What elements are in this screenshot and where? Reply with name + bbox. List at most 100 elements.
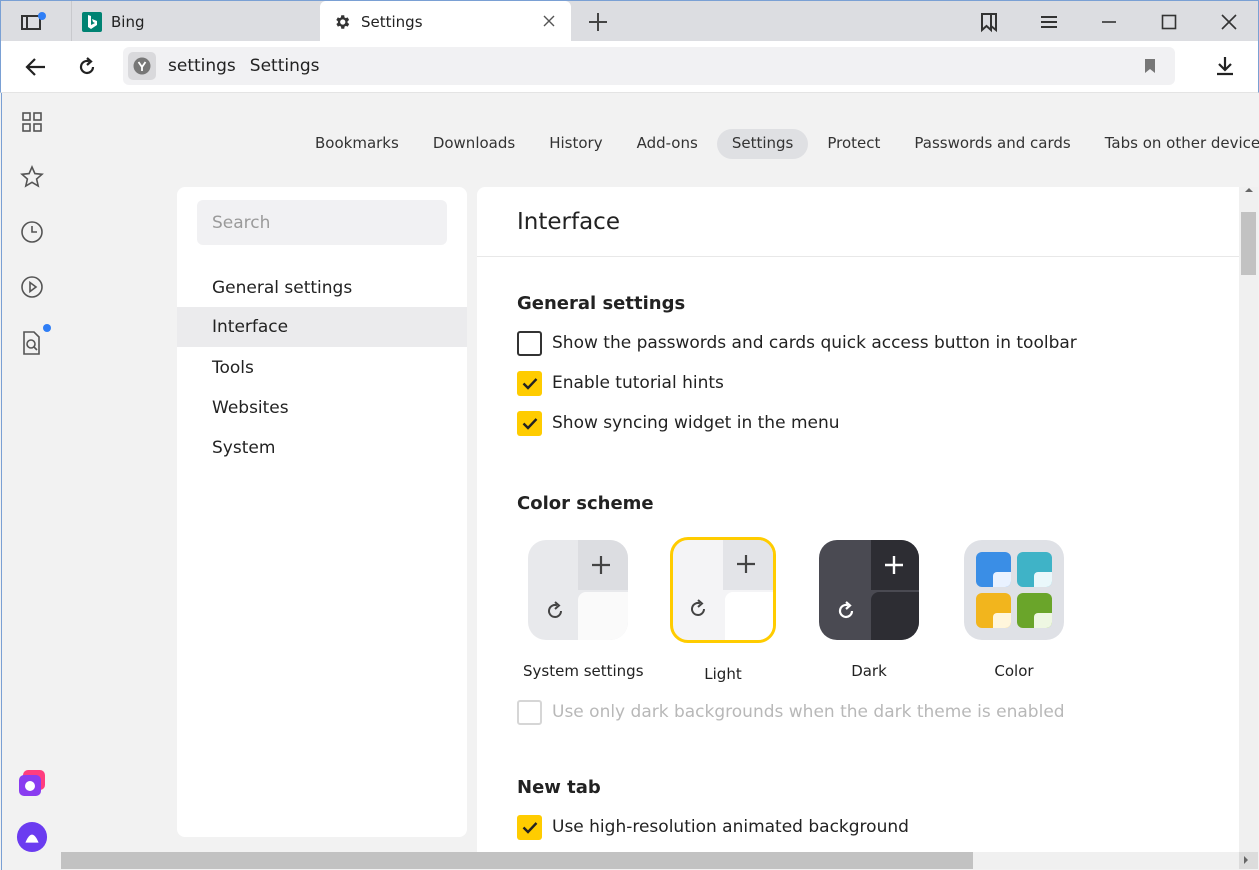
option-passwords-button[interactable]: Show the passwords and cards quick acces… (517, 330, 1077, 356)
notification-dot (43, 324, 51, 332)
checkbox-disabled[interactable] (517, 699, 542, 725)
option-dark-backgrounds[interactable]: Use only dark backgrounds when the dark … (517, 699, 1065, 725)
scheme-color[interactable]: Color (959, 540, 1069, 680)
vertical-scrollbar[interactable] (1239, 187, 1258, 852)
alice-assistant-button[interactable] (16, 821, 48, 853)
close-tab-icon[interactable] (541, 13, 557, 29)
menu-item-system[interactable]: System (177, 428, 467, 468)
option-label: Enable tutorial hints (552, 373, 724, 393)
tab-strip: Bing Settings (0, 0, 1259, 42)
settings-search-input[interactable] (197, 200, 447, 245)
checkmark-icon (522, 821, 537, 834)
bookmark-icon[interactable] (1141, 57, 1159, 75)
tab-bing[interactable]: Bing (71, 1, 320, 42)
tab-panel-icon (21, 12, 46, 30)
sidebar-messenger-button[interactable] (16, 767, 48, 799)
close-window-button[interactable] (1209, 6, 1249, 38)
checkmark-icon (522, 377, 537, 390)
nav-tabs-on-other-devices[interactable]: Tabs on other devices (1090, 129, 1259, 159)
collections-icon (981, 13, 997, 33)
grid-icon (22, 112, 42, 132)
scheme-label: Color (994, 662, 1034, 680)
option-label: Use high-resolution animated background (552, 817, 909, 837)
messenger-icon (19, 770, 45, 796)
menu-item-general-settings[interactable]: General settings (177, 268, 467, 308)
option-animated-background[interactable]: Use high-resolution animated background (517, 814, 909, 840)
collections-button[interactable] (969, 6, 1009, 38)
sidebar-bookmarks-button[interactable] (16, 161, 48, 193)
download-icon (1217, 57, 1233, 76)
tab-panel-toggle-button[interactable] (13, 9, 53, 35)
scheme-light-thumb (670, 537, 776, 643)
reload-button[interactable] (72, 53, 102, 81)
nav-protect[interactable]: Protect (812, 129, 895, 159)
search-document-icon (23, 331, 40, 355)
nav-add-ons[interactable]: Add-ons (622, 129, 713, 159)
scheme-dark-thumb (819, 540, 919, 640)
menu-item-tools[interactable]: Tools (177, 348, 467, 388)
settings-left-menu: General settings Interface Tools Website… (177, 187, 467, 837)
close-icon (1221, 14, 1237, 30)
vertical-scroll-thumb[interactable] (1241, 212, 1256, 275)
tab-title: Settings (361, 12, 423, 31)
scheme-label: System settings (523, 662, 644, 680)
option-label: Show the passwords and cards quick acces… (552, 333, 1077, 353)
scroll-right-icon[interactable] (1241, 855, 1251, 865)
scheme-label: Dark (851, 662, 887, 680)
scrollbar-corner (1239, 852, 1258, 869)
checkbox-checked[interactable] (517, 814, 542, 840)
menu-item-websites[interactable]: Websites (177, 388, 467, 428)
yandex-browser-icon (128, 52, 156, 80)
option-syncing-widget[interactable]: Show syncing widget in the menu (517, 410, 840, 436)
address-bar[interactable]: settings Settings (123, 47, 1175, 85)
downloads-button[interactable] (1209, 51, 1241, 81)
minimize-button[interactable] (1089, 6, 1129, 38)
checkbox-unchecked[interactable] (517, 330, 542, 356)
maximize-icon (1161, 14, 1177, 30)
checkbox-checked[interactable] (517, 410, 542, 436)
alice-icon (16, 821, 48, 853)
play-icon (21, 276, 43, 298)
option-label: Show syncing widget in the menu (552, 413, 840, 433)
hamburger-icon (1041, 16, 1057, 28)
checkmark-icon (522, 417, 537, 430)
nav-bookmarks[interactable]: Bookmarks (300, 129, 414, 159)
new-tab-button[interactable] (585, 10, 611, 34)
scheme-light[interactable]: Light (668, 537, 778, 683)
menu-button[interactable] (1029, 6, 1069, 38)
gear-icon (332, 12, 352, 32)
nav-history[interactable]: History (534, 129, 617, 159)
checkbox-checked[interactable] (517, 370, 542, 396)
maximize-button[interactable] (1149, 6, 1189, 38)
minimize-icon (1102, 21, 1116, 23)
nav-passwords-and-cards[interactable]: Passwords and cards (899, 129, 1085, 159)
scheme-system-settings[interactable]: System settings (523, 540, 644, 680)
horizontal-scrollbar[interactable] (61, 852, 1239, 869)
sidebar-apps-button[interactable] (16, 106, 48, 138)
horizontal-scroll-thumb[interactable] (61, 852, 973, 869)
scheme-system-thumb (528, 540, 628, 640)
scheme-dark[interactable]: Dark (814, 540, 924, 680)
address-url: settings (168, 56, 236, 76)
menu-item-interface[interactable]: Interface (177, 307, 467, 347)
sidebar-history-button[interactable] (16, 216, 48, 248)
scheme-color-thumb (964, 540, 1064, 640)
star-icon (20, 165, 44, 188)
nav-settings[interactable]: Settings (716, 129, 809, 159)
reload-icon (79, 57, 95, 75)
sidebar-media-button[interactable] (16, 271, 48, 303)
clock-icon (21, 221, 43, 243)
sidebar-search-page-button[interactable] (16, 324, 51, 359)
back-button[interactable] (21, 53, 51, 81)
navigation-bar: settings Settings (0, 41, 1259, 93)
address-page-title: Settings (249, 56, 320, 76)
settings-main-panel: Interface General settings Show the pass… (477, 187, 1239, 852)
tab-settings[interactable]: Settings (320, 1, 571, 42)
scroll-up-icon[interactable] (1244, 185, 1254, 195)
nav-downloads[interactable]: Downloads (418, 129, 530, 159)
option-tutorial-hints[interactable]: Enable tutorial hints (517, 370, 724, 396)
section-title-color-scheme: Color scheme (517, 493, 654, 514)
section-title-new-tab: New tab (517, 777, 601, 798)
back-arrow-icon (25, 58, 45, 76)
sidebar (1, 93, 61, 870)
